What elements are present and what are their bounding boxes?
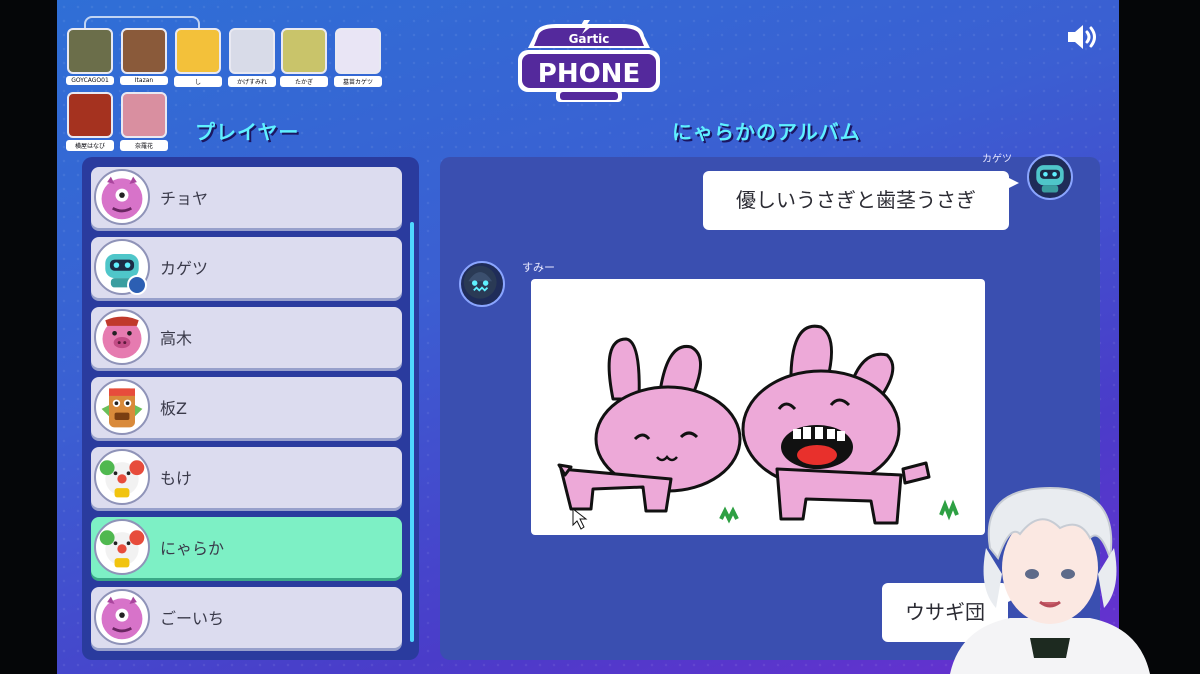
participant-avatar[interactable]: かげすみれ xyxy=(228,28,276,87)
avatar-image xyxy=(281,28,327,74)
participant-name: たかぎ xyxy=(280,76,328,87)
participant-avatar[interactable]: Itazan xyxy=(120,28,168,85)
participant-avatar[interactable]: GOYCAGO01 xyxy=(66,28,114,85)
participant-name: かげすみれ xyxy=(228,76,276,87)
player-row[interactable]: 高木 xyxy=(91,307,402,368)
pink-monster-avatar-icon xyxy=(94,589,150,645)
svg-text:PHONE: PHONE xyxy=(538,59,640,89)
prompt-author: カゲツ xyxy=(982,154,1012,165)
drawing-canvas xyxy=(531,279,985,535)
participant-avatar[interactable]: 墓苗カゲツ xyxy=(334,28,382,87)
player-name: ごーいち xyxy=(160,609,225,628)
speaker-icon[interactable] xyxy=(1066,22,1102,52)
participant-avatar[interactable]: 横屋はなび xyxy=(66,92,114,151)
player-name: 高木 xyxy=(160,329,193,348)
tiki-avatar-icon xyxy=(94,379,150,435)
avatar-image xyxy=(229,28,275,74)
participant-name: し xyxy=(174,76,222,87)
clown-avatar-icon xyxy=(94,519,150,575)
pig-avatar-icon xyxy=(94,309,150,365)
avatar-image xyxy=(175,28,221,74)
player-row-active[interactable]: にゃらか xyxy=(91,517,402,578)
player-name: もけ xyxy=(160,469,193,488)
participant-name: 横屋はなび xyxy=(66,140,114,151)
drawing-author: すみー xyxy=(522,261,555,274)
clown-avatar-icon xyxy=(94,449,150,505)
participant-avatar[interactable]: たかぎ xyxy=(280,28,328,87)
participant-avatar[interactable]: し xyxy=(174,28,222,87)
user-badge-icon xyxy=(127,275,147,295)
prompt-bubble: 優しいうさぎと歯茎うさぎ xyxy=(703,171,1019,230)
player-row[interactable]: もけ xyxy=(91,447,402,508)
participant-name: Itazan xyxy=(120,76,168,85)
players-title: プレイヤー xyxy=(195,120,300,144)
player-row[interactable]: 板Z xyxy=(91,377,402,438)
robot-author-avatar-icon xyxy=(1027,154,1073,200)
svg-text:Gartic: Gartic xyxy=(569,32,610,46)
player-name: カゲツ xyxy=(160,259,209,278)
album-title: にゃらかのアルバム xyxy=(672,120,861,144)
stream-left-strip xyxy=(0,0,57,674)
participant-avatar[interactable]: 奈羅花 xyxy=(120,92,168,151)
players-scrollbar[interactable] xyxy=(410,222,414,642)
rabbits-drawing xyxy=(557,324,959,530)
player-row[interactable]: カゲツ xyxy=(91,237,402,298)
avatar-image xyxy=(121,28,167,74)
gartic-phone-logo: Gartic PHONE xyxy=(518,20,660,102)
avatar-image xyxy=(335,28,381,74)
ghost-author-avatar-icon xyxy=(459,261,505,307)
avatar-image xyxy=(67,28,113,74)
player-name: にゃらか xyxy=(160,539,225,558)
pink-monster-avatar-icon xyxy=(94,169,150,225)
participant-name: 奈羅花 xyxy=(120,140,168,151)
player-row[interactable]: チョヤ xyxy=(91,167,402,228)
players-panel: チョヤ カゲツ 高木 板Z もけ にゃらか ごーいち xyxy=(82,157,419,660)
avatar-image xyxy=(67,92,113,138)
player-name: 板Z xyxy=(160,399,187,418)
streamer-avatar-overlay xyxy=(950,486,1150,674)
avatar-image xyxy=(121,92,167,138)
participant-name: 墓苗カゲツ xyxy=(334,76,382,87)
participant-name: GOYCAGO01 xyxy=(66,76,114,85)
player-name: チョヤ xyxy=(160,189,209,208)
player-row[interactable]: ごーいち xyxy=(91,587,402,648)
